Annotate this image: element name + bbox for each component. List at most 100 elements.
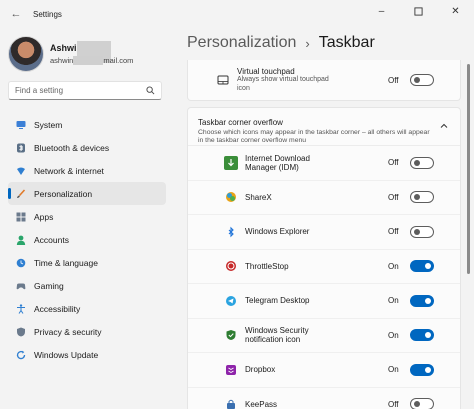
toggle-knob xyxy=(414,194,420,201)
virtual-touchpad-row: Virtual touchpad Always show virtual tou… xyxy=(188,60,460,100)
windows-security-toggle[interactable] xyxy=(410,329,434,342)
sharex-icon xyxy=(224,190,238,204)
section-title: Taskbar corner overflow xyxy=(198,118,283,127)
sidebar-item-label: Personalization xyxy=(34,188,93,199)
idm-icon xyxy=(224,155,238,170)
sharex-toggle[interactable] xyxy=(410,191,434,204)
bluetooth-icon xyxy=(16,143,26,153)
shield-icon xyxy=(16,327,26,337)
overflow-item-keepass: KeePass Off xyxy=(188,388,460,409)
sidebar-item-label: Gaming xyxy=(34,280,64,291)
monitor-icon xyxy=(16,120,26,130)
breadcrumb-parent[interactable]: Personalization xyxy=(187,34,296,52)
toggle-state-label: Off xyxy=(388,75,399,85)
windows-explorer-toggle[interactable] xyxy=(410,225,434,238)
sidebar-item-label: Accounts xyxy=(34,234,69,245)
close-button[interactable]: ✕ xyxy=(437,0,474,22)
settings-content: Virtual touchpad Always show virtual tou… xyxy=(187,60,461,409)
toggle-state-label: Off xyxy=(388,192,399,202)
dropbox-toggle[interactable] xyxy=(410,363,434,376)
overflow-item-label: Internet Download Manager (IDM) xyxy=(245,153,310,172)
search-box xyxy=(8,81,162,100)
overflow-item-sharex: ShareX Off xyxy=(188,181,460,215)
sidebar-item-accessibility[interactable]: Accessibility xyxy=(8,297,166,320)
search-icon[interactable] xyxy=(146,86,155,95)
profile-email-suffix: mail.com xyxy=(103,55,134,65)
virtual-touchpad-subtitle: Always show virtual touchpad icon xyxy=(237,76,329,92)
page-title: Taskbar xyxy=(318,34,375,51)
keepass-toggle[interactable] xyxy=(410,398,434,409)
person-icon xyxy=(16,235,26,245)
sidebar-item-label: System xyxy=(34,119,63,130)
update-icon xyxy=(16,350,26,360)
sidebar-item-apps[interactable]: Apps xyxy=(8,205,166,228)
telegram-toggle[interactable] xyxy=(410,294,434,307)
taskbar-corner-overflow-section: Taskbar corner overflow Choose which ico… xyxy=(187,107,461,409)
title-bar: ← Settings – ✕ xyxy=(0,0,474,28)
virtual-touchpad-card: Virtual touchpad Always show virtual tou… xyxy=(187,60,461,101)
toggle-state-label: On xyxy=(388,296,399,306)
profile-email-prefix: ashwin xyxy=(50,55,74,65)
sidebar-item-windows-update[interactable]: Windows Update xyxy=(8,343,166,366)
toggle-state-label: Off xyxy=(388,399,399,409)
toggle-state-label: On xyxy=(388,365,399,375)
toggle-knob xyxy=(425,366,431,373)
sidebar-item-label: Privacy & security xyxy=(34,326,102,337)
sidebar: Ashwin ashwinmail.com System Bluetooth &… xyxy=(0,28,178,409)
toggle-knob xyxy=(414,401,420,408)
toggle-state-label: On xyxy=(388,261,399,271)
sidebar-item-time-language[interactable]: Time & language xyxy=(8,251,166,274)
maximize-button[interactable] xyxy=(400,0,437,22)
section-description: Choose which icons may appear in the tas… xyxy=(198,129,430,145)
sidebar-item-label: Network & internet xyxy=(34,165,104,176)
sidebar-item-label: Accessibility xyxy=(34,303,81,314)
apps-icon xyxy=(16,212,26,222)
avatar xyxy=(8,36,44,72)
touchpad-icon xyxy=(216,73,230,87)
close-icon: ✕ xyxy=(451,5,460,17)
sidebar-item-label: Windows Update xyxy=(34,349,99,360)
virtual-touchpad-toggle[interactable] xyxy=(410,74,434,86)
toggle-knob xyxy=(414,228,420,235)
sidebar-item-label: Time & language xyxy=(34,257,98,268)
toggle-state-label: Off xyxy=(388,158,399,168)
globe-clock-icon xyxy=(16,258,26,268)
overflow-item-idm: Internet Download Manager (IDM) Off xyxy=(188,146,460,181)
throttlestop-toggle[interactable] xyxy=(410,260,434,273)
shield-check-icon xyxy=(224,328,238,342)
user-profile[interactable]: Ashwin ashwin mail.com xyxy=(8,36,133,72)
toggle-state-label: On xyxy=(388,330,399,340)
minimize-button[interactable]: – xyxy=(363,0,400,22)
nav-list: System Bluetooth & devices Network & int… xyxy=(8,113,166,366)
sidebar-item-accounts[interactable]: Accounts xyxy=(8,228,166,251)
breadcrumb: Personalization › Taskbar xyxy=(187,34,375,52)
toggle-knob xyxy=(425,297,431,304)
toggle-knob xyxy=(425,263,431,270)
sidebar-item-network-internet[interactable]: Network & internet xyxy=(8,159,166,182)
window-controls: – ✕ xyxy=(363,0,474,28)
gamepad-icon xyxy=(16,281,26,291)
search-input[interactable] xyxy=(15,86,145,95)
back-button[interactable]: ← xyxy=(4,4,28,24)
overflow-item-telegram: Telegram Desktop On xyxy=(188,284,460,319)
sidebar-item-personalization[interactable]: Personalization xyxy=(8,182,166,205)
toggle-knob xyxy=(425,332,431,339)
overflow-item-label: Windows Security notification icon xyxy=(245,326,309,345)
sidebar-item-label: Bluetooth & devices xyxy=(34,142,110,153)
back-arrow-icon: ← xyxy=(10,8,22,20)
sidebar-item-bluetooth-devices[interactable]: Bluetooth & devices xyxy=(8,136,166,159)
throttlestop-icon xyxy=(224,259,238,273)
wifi-icon xyxy=(16,166,26,176)
scrollbar[interactable] xyxy=(467,64,470,274)
sidebar-item-privacy-security[interactable]: Privacy & security xyxy=(8,320,166,343)
idm-toggle[interactable] xyxy=(410,156,434,169)
telegram-icon xyxy=(224,294,238,308)
section-header[interactable]: Taskbar corner overflow Choose which ico… xyxy=(188,108,460,146)
toggle-knob xyxy=(414,77,420,83)
sidebar-item-label: Apps xyxy=(34,211,54,222)
breadcrumb-separator: › xyxy=(305,35,310,51)
redaction-box-email xyxy=(73,56,104,66)
chevron-up-icon[interactable] xyxy=(440,122,448,130)
sidebar-item-gaming[interactable]: Gaming xyxy=(8,274,166,297)
sidebar-item-system[interactable]: System xyxy=(8,113,166,136)
